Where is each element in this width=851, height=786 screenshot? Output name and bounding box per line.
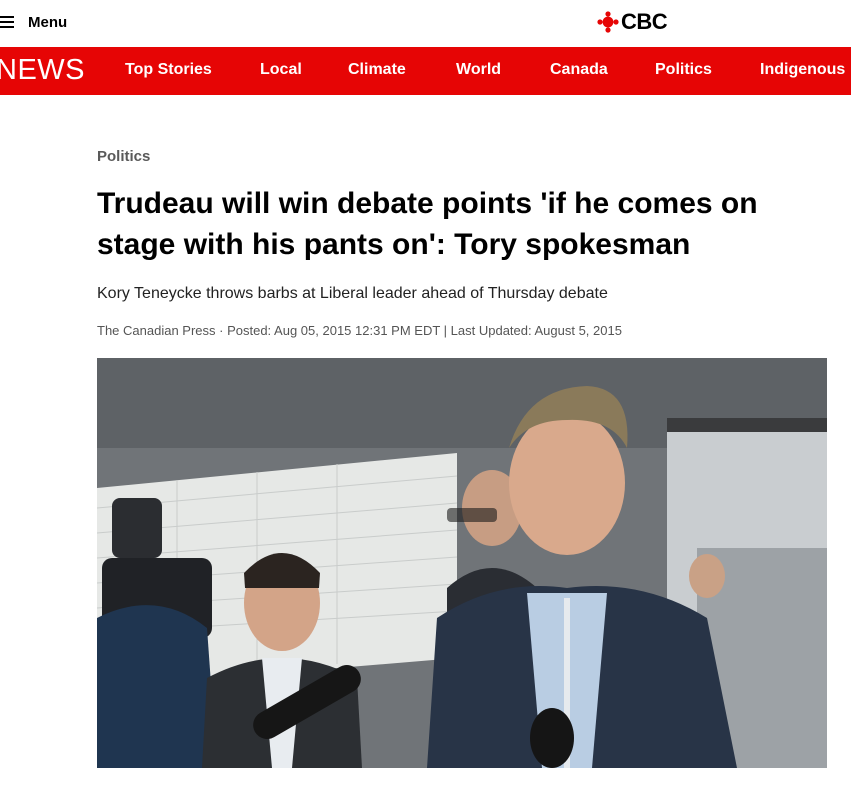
nav-item-politics[interactable]: Politics bbox=[655, 61, 712, 79]
logo-text: CBC bbox=[621, 9, 668, 34]
nav-item-canada[interactable]: Canada bbox=[550, 61, 608, 79]
nav-item-top-stories[interactable]: Top Stories bbox=[125, 61, 212, 79]
news-section-label[interactable]: NEWS bbox=[0, 54, 85, 87]
cbc-logo[interactable]: CBC bbox=[597, 9, 668, 34]
nav-item-climate[interactable]: Climate bbox=[348, 61, 406, 79]
article-category[interactable]: Politics bbox=[97, 148, 150, 165]
byline: The Canadian Press · Posted: Aug 05, 201… bbox=[97, 323, 622, 338]
nav-item-local[interactable]: Local bbox=[260, 61, 302, 79]
menu-label: Menu bbox=[28, 13, 68, 31]
top-bar: Menu CBC bbox=[0, 0, 851, 46]
section-nav: NEWS Top Stories Local Climate World Can… bbox=[0, 47, 851, 95]
hamburger-icon bbox=[0, 16, 14, 28]
nav-item-world[interactable]: World bbox=[456, 61, 501, 79]
byline-source: The Canadian Press bbox=[97, 323, 216, 338]
menu-button[interactable]: Menu bbox=[0, 10, 67, 34]
nav-item-indigenous[interactable]: Indigenous bbox=[760, 61, 845, 79]
cbc-gem-icon bbox=[597, 11, 619, 33]
article-subhead: Kory Teneycke throws barbs at Liberal le… bbox=[97, 285, 608, 302]
lead-photo-image bbox=[97, 358, 827, 768]
article-headline: Trudeau will win debate points 'if he co… bbox=[97, 187, 758, 261]
byline-divider: | bbox=[440, 323, 451, 338]
byline-updated: Last Updated: August 5, 2015 bbox=[450, 323, 622, 338]
lead-photo bbox=[97, 358, 827, 768]
byline-separator: · bbox=[215, 323, 228, 338]
byline-posted: Posted: Aug 05, 2015 12:31 PM EDT bbox=[227, 323, 441, 338]
